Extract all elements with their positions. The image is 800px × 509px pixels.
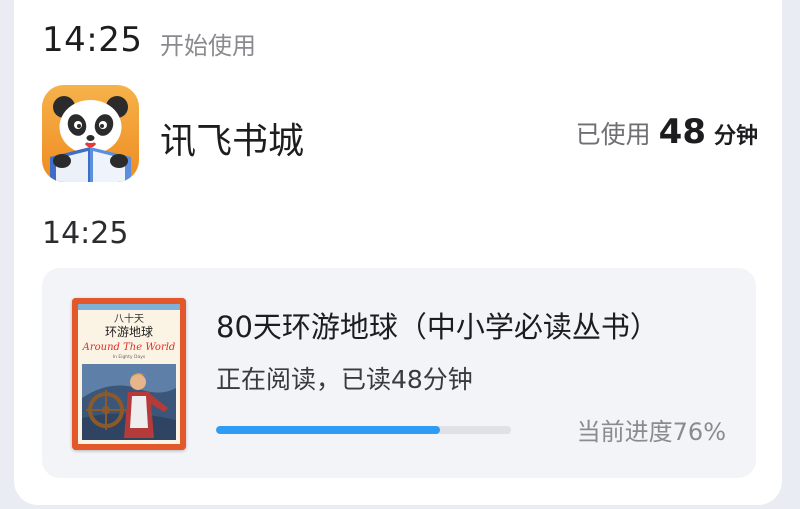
- usage-unit: 分钟: [713, 124, 758, 149]
- reading-progress-bar: [216, 426, 511, 434]
- reading-progress-label: 当前进度76%: [576, 418, 726, 446]
- activity-time: 14:25: [42, 216, 129, 251]
- cover-title-line2: 环游地球: [105, 325, 153, 339]
- reading-progress-fill: [216, 426, 441, 434]
- usage-label: 已使用: [575, 120, 651, 149]
- reading-status: 正在阅读，已读48分钟: [216, 365, 473, 394]
- usage-value: 48: [658, 112, 706, 152]
- app-name[interactable]: 讯飞书城: [160, 112, 304, 164]
- cover-title-line1: 八十天: [114, 312, 144, 325]
- app-usage-summary: 已使用 48 分钟: [576, 112, 758, 152]
- reading-activity-card[interactable]: 八十天 环游地球 Around The World In Eighty Days…: [42, 268, 756, 478]
- session-start-time: 14:25: [42, 20, 143, 60]
- cover-en-title: Around The World: [82, 342, 176, 353]
- book-cover-image: 八十天 环游地球 Around The World In Eighty Days: [72, 298, 186, 450]
- book-title: 80天环游地球（中小学必读丛书）: [216, 310, 659, 344]
- panda-reading-book-app-icon[interactable]: [42, 85, 139, 182]
- cover-en-subtitle: In Eighty Days: [113, 354, 146, 360]
- session-start-label: 开始使用: [160, 32, 256, 60]
